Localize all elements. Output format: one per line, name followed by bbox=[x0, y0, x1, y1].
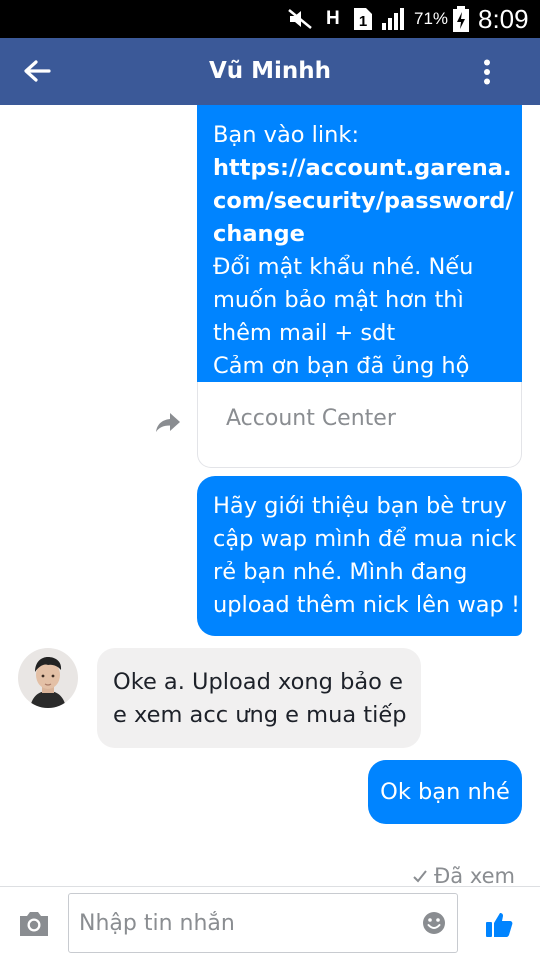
check-icon bbox=[413, 870, 427, 883]
emoji-icon bbox=[423, 912, 445, 934]
battery-percent: 71% bbox=[414, 9, 449, 28]
status-bar: H 1 71% 8:09 bbox=[0, 0, 540, 38]
message-text: cập wap mình để mua nick bbox=[213, 526, 517, 552]
camera-icon bbox=[20, 912, 48, 936]
message-text: Hãy giới thiệu bạn bè truy bbox=[213, 493, 507, 519]
sim-icon: 1 bbox=[352, 0, 374, 38]
message-input-box bbox=[68, 893, 458, 953]
link-preview-title: Account Center bbox=[226, 406, 396, 431]
share-button[interactable] bbox=[150, 406, 186, 440]
more-options-button[interactable] bbox=[470, 52, 504, 92]
signal-icon bbox=[380, 0, 408, 38]
message-link[interactable]: com/security/password/ bbox=[213, 185, 514, 218]
message-bubble-outgoing[interactable]: Bạn vào link: https://account.garena. co… bbox=[197, 105, 522, 383]
message-bubble-outgoing[interactable]: Ok bạn nhé bbox=[368, 760, 522, 824]
thumbs-up-icon bbox=[486, 913, 513, 937]
message-text: muốn bảo mật hơn thì bbox=[213, 287, 464, 313]
message-text: Đổi mật khẩu nhé. Nếu bbox=[213, 254, 474, 280]
message-text: thêm mail + sdt bbox=[213, 320, 396, 346]
message-link[interactable]: change bbox=[213, 218, 506, 251]
message-bubble-outgoing[interactable]: Hãy giới thiệu bạn bè truy cập wap mình … bbox=[197, 476, 522, 636]
battery-charging-icon bbox=[452, 0, 470, 38]
conversation-header: Vũ Minhh bbox=[0, 38, 540, 105]
message-composer bbox=[0, 886, 540, 960]
mute-icon bbox=[286, 0, 314, 38]
message-text: e xem acc ưng e mua tiếp bbox=[113, 702, 407, 728]
message-input[interactable] bbox=[79, 894, 409, 952]
more-vertical-icon bbox=[484, 59, 490, 85]
message-text: upload thêm nick lên wap ! bbox=[213, 592, 520, 618]
message-text: Oke a. Upload xong bảo e bbox=[113, 669, 403, 695]
message-text: rẻ bạn nhé. Mình đang bbox=[213, 559, 468, 585]
conversation-title[interactable]: Vũ Minhh bbox=[120, 38, 420, 105]
message-text: Bạn vào link: bbox=[213, 122, 360, 148]
message-link[interactable]: https://account.garena. bbox=[213, 152, 512, 185]
message-bubble-incoming[interactable]: Oke a. Upload xong bảo e e xem acc ưng e… bbox=[97, 648, 421, 748]
share-icon bbox=[156, 413, 180, 432]
back-button[interactable] bbox=[18, 52, 56, 90]
network-type-label: H bbox=[326, 8, 340, 29]
arrow-left-icon bbox=[24, 60, 51, 82]
emoji-button[interactable] bbox=[421, 910, 447, 936]
like-button[interactable] bbox=[482, 907, 516, 941]
link-preview-card[interactable]: Account Center bbox=[197, 382, 522, 468]
contact-avatar[interactable] bbox=[18, 648, 78, 708]
seen-label: Đã xem bbox=[434, 864, 515, 888]
clock: 8:09 bbox=[478, 3, 529, 34]
camera-button[interactable] bbox=[14, 907, 54, 941]
message-text: Cảm ơn bạn đã ủng hộ bbox=[213, 353, 470, 379]
sim-number: 1 bbox=[359, 13, 367, 30]
